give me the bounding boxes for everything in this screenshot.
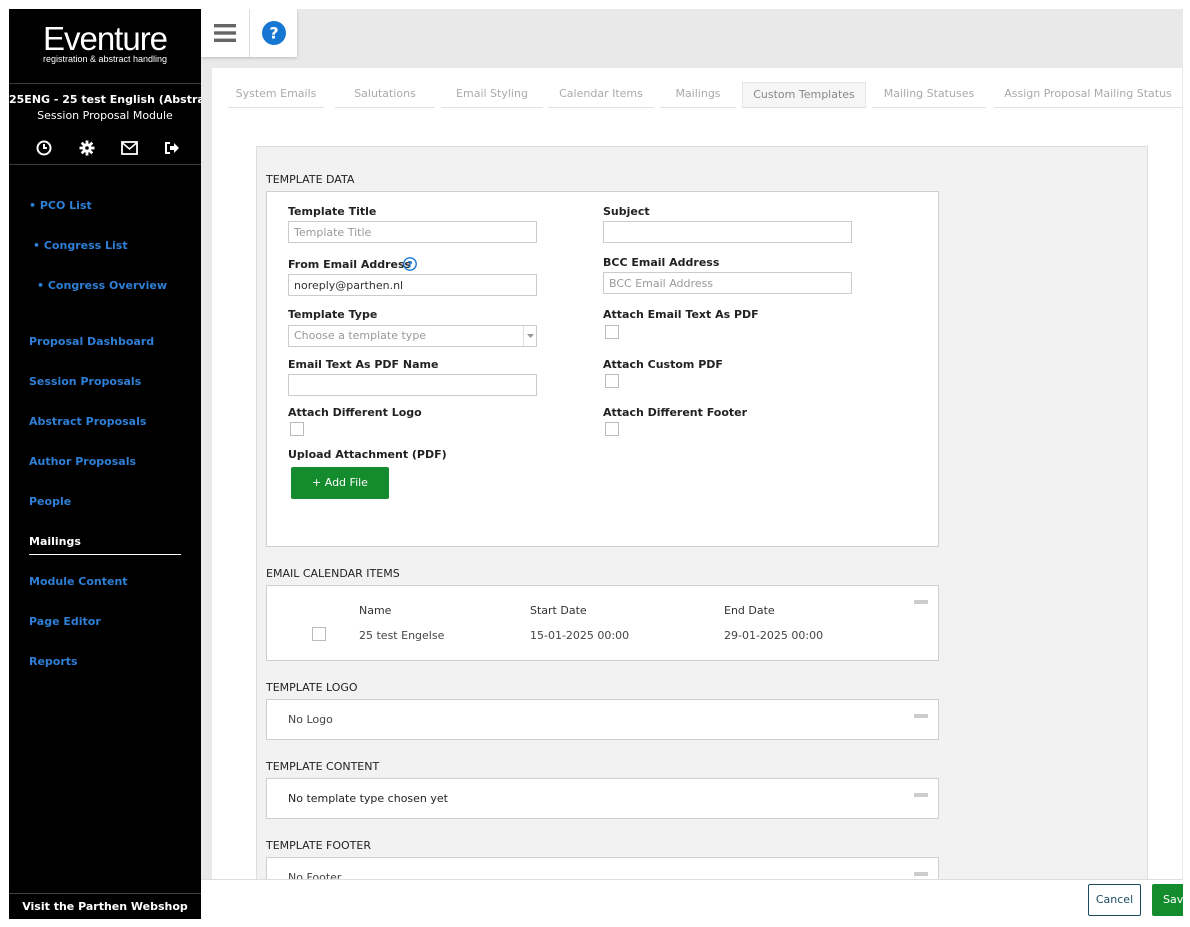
save-button[interactable]: Save <box>1152 884 1183 916</box>
column-header-start-date: Start Date <box>530 604 587 617</box>
upload-attachment-label: Upload Attachment (PDF) <box>288 448 447 461</box>
collapse-icon[interactable] <box>914 872 928 876</box>
hamburger-icon[interactable] <box>201 9 249 57</box>
template-logo-box: No Logo <box>266 699 939 740</box>
bcc-email-input[interactable] <box>603 272 852 294</box>
attach-email-pdf-label: Attach Email Text As PDF <box>603 308 759 321</box>
attach-footer-checkbox[interactable] <box>605 422 619 436</box>
template-type-select[interactable]: Choose a template type <box>288 325 537 347</box>
attach-custom-pdf-label: Attach Custom PDF <box>603 358 723 371</box>
attach-email-pdf-checkbox[interactable] <box>605 325 619 339</box>
sidebar-item-session-proposals[interactable]: Session Proposals <box>29 375 141 388</box>
section-template-data: TEMPLATE DATA <box>266 173 355 186</box>
tab-mailing-statuses[interactable]: Mailing Statuses <box>872 82 986 108</box>
tab-assign-proposal-mailing-status[interactable]: Assign Proposal Mailing Status <box>994 82 1182 108</box>
sidebar-item-proposal-dashboard[interactable]: Proposal Dashboard <box>29 335 154 348</box>
svg-text:?: ? <box>269 24 278 43</box>
envelope-icon[interactable] <box>118 137 140 159</box>
chevron-down-icon <box>523 326 536 346</box>
template-type-label: Template Type <box>288 308 378 321</box>
tab-email-styling[interactable]: Email Styling <box>441 82 543 108</box>
sidebar-item-people[interactable]: People <box>29 495 71 508</box>
sidebar-item-mailings[interactable]: Mailings <box>29 535 81 548</box>
template-content-box: No template type chosen yet <box>266 778 939 819</box>
no-footer-text: No Footer <box>288 871 342 879</box>
tab-mailings[interactable]: Mailings <box>660 82 736 108</box>
no-template-type-text: No template type chosen yet <box>288 792 448 805</box>
section-template-content: TEMPLATE CONTENT <box>266 760 380 773</box>
row-checkbox[interactable] <box>312 627 326 641</box>
column-header-name: Name <box>359 604 392 617</box>
section-calendar-items: EMAIL CALENDAR ITEMS <box>266 567 400 580</box>
brand-tagline: registration & abstract handling <box>42 54 168 64</box>
from-email-label: From Email Address <box>288 258 412 271</box>
cancel-button[interactable]: Cancel <box>1088 884 1141 916</box>
collapse-icon[interactable] <box>914 714 928 718</box>
template-title-label: Template Title <box>288 205 377 218</box>
sidebar: Eventure registration & abstract handlin… <box>9 9 201 919</box>
subject-input[interactable] <box>603 221 852 243</box>
tab-system-emails[interactable]: System Emails <box>228 82 324 108</box>
webshop-link[interactable]: Visit the Parthen Webshop <box>9 893 201 919</box>
module-title: Session Proposal Module <box>37 109 173 122</box>
help-icon[interactable]: ? <box>249 9 297 57</box>
sidebar-item-author-proposals[interactable]: Author Proposals <box>29 455 136 468</box>
sidebar-item-congress-list[interactable]: • Congress List <box>33 239 128 252</box>
sidebar-divider <box>9 83 201 84</box>
collapse-icon[interactable] <box>914 793 928 797</box>
section-template-logo: TEMPLATE LOGO <box>266 681 358 694</box>
top-toolbar: ? <box>201 9 297 57</box>
logout-icon[interactable] <box>161 137 183 159</box>
template-title-input[interactable] <box>288 221 537 243</box>
brand-name: Eventure <box>42 20 168 57</box>
section-template-footer: TEMPLATE FOOTER <box>266 839 371 852</box>
subject-label: Subject <box>603 205 650 218</box>
sidebar-divider <box>9 164 201 165</box>
sidebar-item-abstract-proposals[interactable]: Abstract Proposals <box>29 415 146 428</box>
from-email-input[interactable] <box>288 274 537 296</box>
attach-footer-label: Attach Different Footer <box>603 406 748 419</box>
tab-calendar-items[interactable]: Calendar Items <box>548 82 654 108</box>
template-footer-box: No Footer <box>266 857 939 879</box>
event-title: 25ENG - 25 test English (Abstracts... <box>9 93 201 106</box>
column-header-end-date: End Date <box>724 604 775 617</box>
sidebar-icon-row <box>33 137 183 159</box>
attach-custom-pdf-checkbox[interactable] <box>605 374 619 388</box>
attach-logo-checkbox[interactable] <box>290 422 304 436</box>
active-item-underline <box>29 554 181 555</box>
add-file-button[interactable]: + Add File <box>291 467 389 499</box>
calendar-items-box: Name Start Date End Date 25 test Engelse… <box>266 585 939 661</box>
svg-text:?: ? <box>407 261 412 271</box>
bcc-email-label: BCC Email Address <box>603 256 720 269</box>
template-type-placeholder: Choose a template type <box>294 329 427 342</box>
row-start-date: 15-01-2025 00:00 <box>530 629 630 642</box>
tab-salutations[interactable]: Salutations <box>335 82 435 108</box>
brand-logo[interactable]: Eventure registration & abstract handlin… <box>9 20 201 64</box>
gear-icon[interactable] <box>76 137 98 159</box>
bottom-action-bar: Cancel Save <box>201 879 1183 919</box>
row-end-date: 29-01-2025 00:00 <box>724 629 824 642</box>
clock-icon[interactable] <box>33 137 55 159</box>
sidebar-item-congress-overview[interactable]: • Congress Overview <box>37 279 167 292</box>
app-window: Eventure registration & abstract handlin… <box>9 9 1183 919</box>
sidebar-item-module-content[interactable]: Module Content <box>29 575 128 588</box>
pdf-name-input[interactable] <box>288 374 537 396</box>
template-form-panel: TEMPLATE DATA Template Title Subject Fro… <box>256 146 1148 879</box>
template-data-box: Template Title Subject From Email Addres… <box>266 191 939 547</box>
sidebar-item-reports[interactable]: Reports <box>29 655 78 668</box>
collapse-icon[interactable] <box>914 600 928 604</box>
sidebar-item-pco-list[interactable]: • PCO List <box>29 199 92 212</box>
pdf-name-label: Email Text As PDF Name <box>288 358 439 371</box>
sidebar-item-page-editor[interactable]: Page Editor <box>29 615 101 628</box>
tab-custom-templates[interactable]: Custom Templates <box>742 82 866 108</box>
attach-logo-label: Attach Different Logo <box>288 406 422 419</box>
no-logo-text: No Logo <box>288 713 333 726</box>
row-name: 25 test Engelse <box>359 629 445 642</box>
main-content: System Emails Salutations Email Styling … <box>212 68 1182 879</box>
help-circle-icon[interactable]: ? <box>403 256 417 271</box>
